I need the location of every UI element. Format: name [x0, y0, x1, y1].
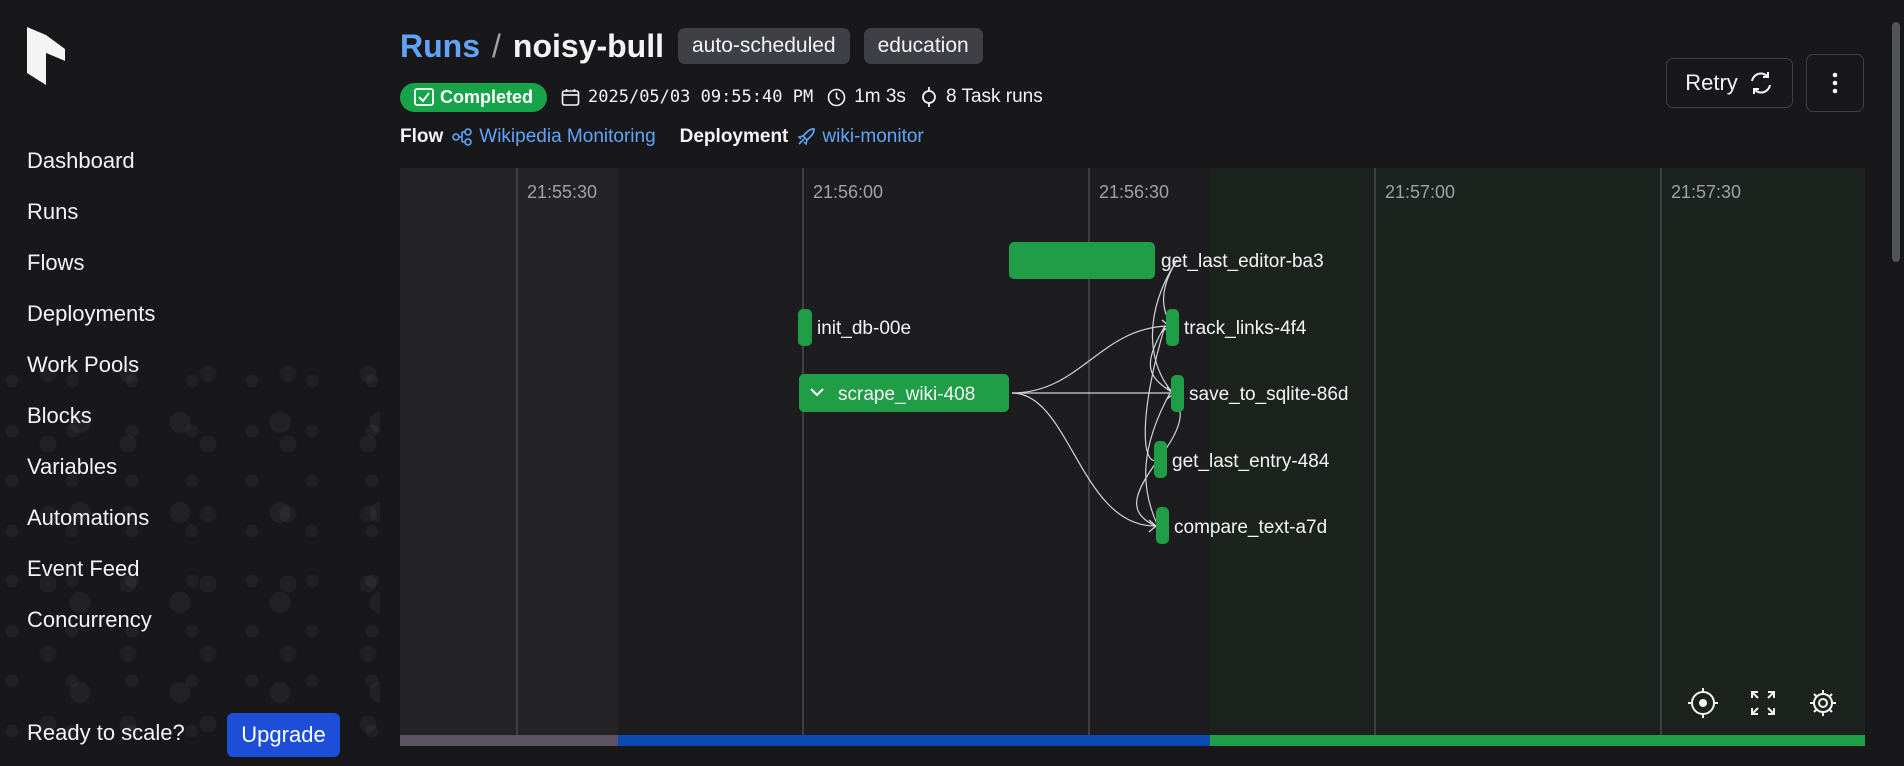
more-actions-button[interactable] — [1806, 54, 1864, 112]
deployment-label: Deployment — [679, 126, 789, 147]
refresh-icon — [1750, 72, 1771, 94]
timeline-region-scheduled — [400, 168, 618, 735]
time-tick: 21:56:00 — [813, 182, 883, 202]
deployment-link[interactable]: wiki-monitor — [796, 126, 924, 148]
flow-icon — [452, 128, 473, 146]
task-bar[interactable] — [798, 309, 812, 346]
check-square-icon — [414, 88, 434, 106]
breadcrumb: Runs / noisy-bull auto-scheduled educati… — [400, 24, 1864, 68]
start-time: 2025/05/03 09:55:40 PM — [561, 87, 813, 107]
timeline-canvas[interactable]: 21:55:30 21:56:00 21:56:30 21:57:00 21:5… — [400, 168, 1865, 746]
sidebar-item-dashboard[interactable]: Dashboard — [27, 135, 155, 186]
task-bar[interactable] — [1009, 242, 1155, 279]
upgrade-button[interactable]: Upgrade — [227, 713, 340, 757]
flow-name: Wikipedia Monitoring — [479, 126, 656, 147]
task-bar[interactable] — [1154, 441, 1167, 478]
tag-badge: education — [863, 28, 983, 64]
sidebar-item-variables[interactable]: Variables — [27, 441, 155, 492]
deployment-name: wiki-monitor — [822, 126, 924, 147]
task-bar[interactable] — [1171, 375, 1184, 412]
sidebar-item-runs[interactable]: Runs — [27, 186, 155, 237]
task-label: save_to_sqlite-86d — [1189, 384, 1349, 405]
sidebar-item-work-pools[interactable]: Work Pools — [27, 339, 155, 390]
flow-deployment-row: Flow Wikipedia Monitoring Deployment wik… — [400, 122, 1864, 152]
run-meta: Completed 2025/05/03 09:55:40 PM 1m 3s 8… — [400, 82, 1864, 112]
time-tick: 21:56:30 — [1099, 182, 1169, 202]
sidebar-item-flows[interactable]: Flows — [27, 237, 155, 288]
more-vertical-icon — [1832, 72, 1838, 94]
time-tick: 21:55:30 — [527, 182, 597, 202]
ready-to-scale-text: Ready to scale? — [27, 720, 185, 745]
sidebar: Dashboard Runs Flows Deployments Work Po… — [0, 0, 380, 766]
task-label: get_last_entry-484 — [1172, 451, 1330, 472]
sidebar-item-concurrency[interactable]: Concurrency — [27, 594, 155, 645]
state-bar-scheduled — [400, 735, 618, 746]
task-bar[interactable] — [1156, 507, 1169, 544]
task-run-icon — [922, 87, 936, 107]
task-label: init_db-00e — [817, 318, 911, 339]
start-time-value: 2025/05/03 09:55:40 PM — [588, 87, 814, 107]
status-label: Completed — [440, 86, 534, 107]
run-timeline[interactable]: 21:55:30 21:56:00 21:56:30 21:57:00 21:5… — [400, 168, 1865, 746]
retry-label: Retry — [1685, 70, 1738, 95]
task-runs-count: 8 Task runs — [920, 86, 1043, 108]
sidebar-nav: Dashboard Runs Flows Deployments Work Po… — [27, 135, 155, 645]
task-label: get_last_editor-ba3 — [1161, 251, 1324, 272]
time-tick: 21:57:00 — [1385, 182, 1455, 202]
task-label: track_links-4f4 — [1184, 318, 1307, 339]
task-runs-value: 8 Task runs — [945, 86, 1043, 107]
subflow-node-scrape-wiki[interactable]: scrape_wiki-408 — [799, 374, 1009, 412]
flow-link[interactable]: Wikipedia Monitoring — [451, 126, 656, 148]
time-tick: 21:57:30 — [1671, 182, 1741, 202]
sidebar-item-automations[interactable]: Automations — [27, 492, 155, 543]
state-bar-completed — [1210, 735, 1865, 746]
sidebar-item-event-feed[interactable]: Event Feed — [27, 543, 155, 594]
clock-icon — [827, 88, 846, 106]
task-bar[interactable] — [1166, 309, 1179, 346]
sidebar-item-deployments[interactable]: Deployments — [27, 288, 155, 339]
duration-value: 1m 3s — [854, 86, 906, 107]
subflow-label: scrape_wiki-408 — [838, 384, 975, 405]
duration: 1m 3s — [827, 86, 906, 108]
tag-badge: auto-scheduled — [678, 28, 850, 64]
status-badge: Completed — [400, 82, 548, 112]
sidebar-item-blocks[interactable]: Blocks — [27, 390, 155, 441]
run-header: Runs / noisy-bull auto-scheduled educati… — [400, 24, 1864, 152]
breadcrumb-runs-link[interactable]: Runs — [400, 28, 480, 65]
page-scrollbar[interactable] — [1892, 22, 1900, 262]
prefect-logo-icon[interactable] — [27, 27, 65, 85]
page-title: noisy-bull — [512, 27, 664, 64]
retry-button[interactable]: Retry — [1666, 58, 1793, 108]
breadcrumb-separator: / — [492, 27, 501, 64]
calendar-icon — [561, 88, 580, 106]
task-label: compare_text-a7d — [1174, 517, 1327, 538]
rocket-icon — [797, 128, 816, 146]
state-bar-running — [618, 735, 1210, 746]
flow-label: Flow — [400, 126, 444, 147]
